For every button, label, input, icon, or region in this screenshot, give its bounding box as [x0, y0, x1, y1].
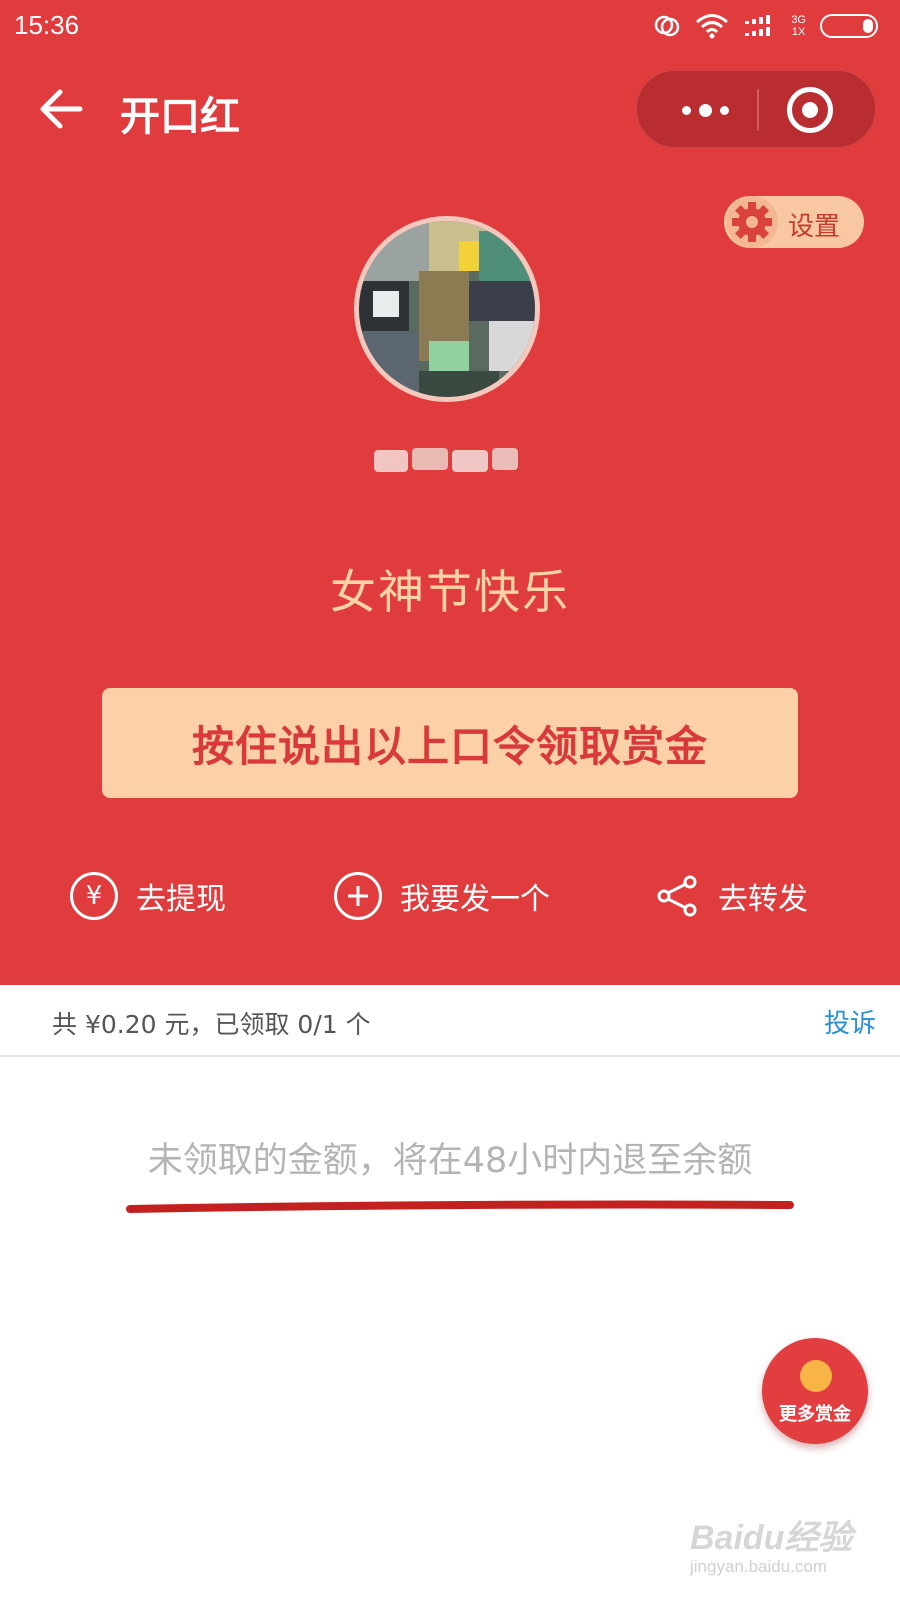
forward-action[interactable]: 去转发	[656, 866, 808, 926]
more-dot-right	[719, 105, 729, 115]
send-one-action[interactable]: 我要发一个	[334, 866, 550, 926]
withdraw-label: 去提现	[136, 882, 226, 917]
packet-summary: 共 ¥0.20 元，已领取 0/1 个	[52, 1010, 371, 1039]
network-type: 3G 1X	[791, 14, 806, 38]
settings-button[interactable]: 设置	[724, 196, 864, 248]
sender-nickname-blurred	[374, 444, 524, 480]
yen-icon: ¥	[70, 872, 118, 920]
wifi-icon	[696, 14, 729, 39]
watermark-logo: Baidu经验	[690, 1519, 853, 1557]
sync-icon	[655, 15, 680, 37]
annotation-underline	[126, 1200, 794, 1213]
send-one-label: 我要发一个	[400, 882, 550, 917]
settings-label: 设置	[788, 212, 841, 242]
status-icons: 3G 1X	[653, 12, 878, 40]
more-bounty-button[interactable]: 更多赏金	[762, 1338, 868, 1444]
forward-label: 去转发	[718, 882, 808, 917]
watermark-url: jingyan.baidu.com	[690, 1557, 828, 1576]
coin-icon	[800, 1360, 832, 1392]
refund-note: 未领取的金额，将在48小时内退至余额	[147, 1141, 753, 1181]
network-bottom: 1X	[791, 26, 806, 38]
baidu-jingyan-watermark: Baidu经验 jingyan.baidu.com	[690, 1510, 870, 1577]
back-arrow-icon	[40, 89, 83, 129]
more-bounty-label: 更多赏金	[779, 1404, 851, 1425]
voice-claim-button[interactable]: 按住说出以上口令领取赏金	[102, 688, 798, 798]
mini-program-capsule	[636, 70, 876, 148]
red-packet-message: 女神节快乐	[330, 565, 570, 619]
battery-icon	[820, 14, 878, 38]
complaint-link[interactable]: 投诉	[824, 1003, 876, 1040]
signal-icon	[745, 15, 771, 36]
more-dots-icon	[681, 105, 691, 115]
share-icon	[657, 875, 697, 917]
gear-icon	[726, 196, 778, 248]
close-mini-program-icon[interactable]	[787, 87, 833, 133]
network-top: 3G	[791, 14, 806, 26]
packet-summary-bar: 共 ¥0.20 元，已领取 0/1 个 投诉	[0, 985, 900, 1057]
capsule-divider	[757, 89, 759, 131]
more-dot-center	[698, 103, 712, 117]
avatar	[354, 216, 540, 402]
withdraw-action[interactable]: ¥ 去提现	[70, 866, 226, 926]
status-bar: 15:36 3G 1X	[0, 0, 900, 52]
plus-circle-icon	[334, 872, 382, 920]
page-title: 开口红	[120, 94, 240, 140]
status-time: 15:36	[14, 10, 80, 40]
more-menu-button[interactable]	[655, 71, 755, 149]
back-button[interactable]	[36, 86, 86, 132]
